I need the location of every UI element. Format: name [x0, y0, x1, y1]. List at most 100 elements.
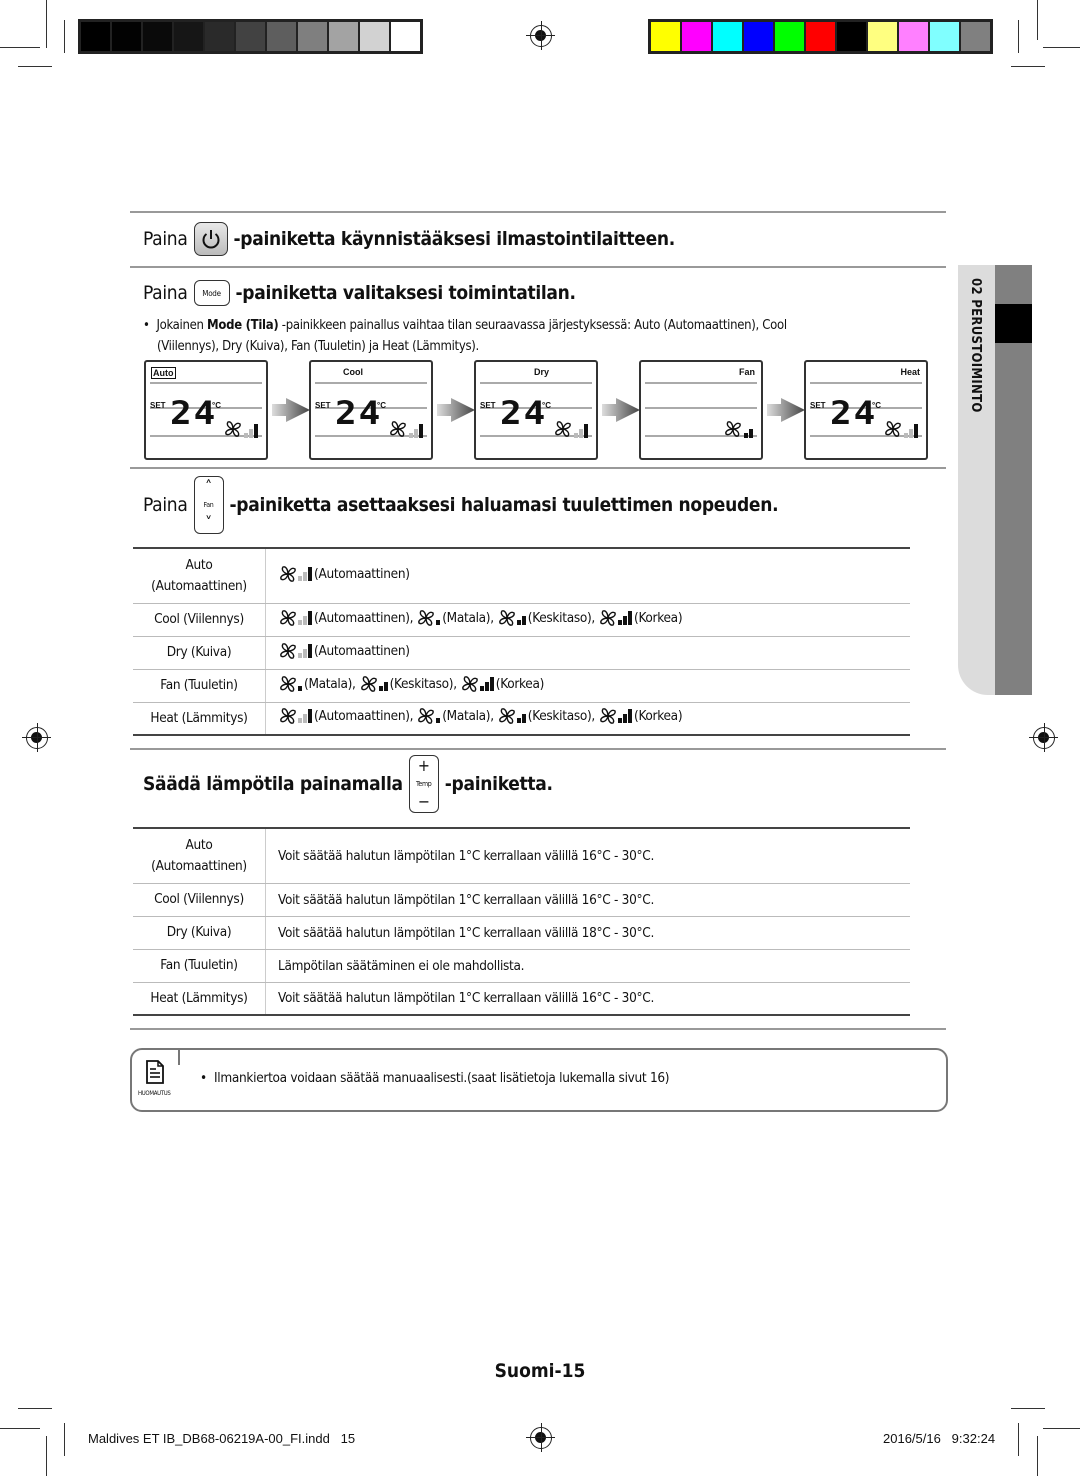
color-swatch: [651, 22, 680, 51]
color-swatch: [899, 22, 928, 51]
heading-text: -painiketta asettaaksesi haluamasi tuule…: [229, 494, 779, 516]
mode-cell: Dry (Kuiva): [133, 916, 266, 950]
fan-option-mid: (Keskitaso),: [497, 609, 595, 627]
color-swatch: [868, 22, 897, 51]
note-label: HUOMAUTUS: [138, 1090, 171, 1097]
temp-button-label: Temp: [416, 780, 432, 788]
section-divider: [130, 1028, 946, 1030]
fan-heading: Paina ˄ Fan ˅ -painiketta asettaaksesi h…: [143, 476, 779, 534]
table-row: Cool (Viilennys) Voit säätää halutun lämp…: [133, 883, 910, 917]
fan-option-low: (Matala),: [416, 609, 494, 627]
color-swatch: [236, 22, 265, 51]
chapter-label: 02 PERUSTOIMINTO: [968, 278, 983, 413]
mode-cell: Fan (Tuuletin): [133, 949, 266, 983]
plus-icon: +: [417, 756, 430, 775]
minus-icon: −: [417, 792, 430, 811]
fan-speed-bars-icon: [516, 611, 526, 625]
lcd-display-auto: Auto SET 24 °C: [144, 360, 268, 460]
fan-option-mid: (Keskitaso),: [497, 707, 595, 725]
mode-cell: Auto (Automaattinen): [133, 547, 266, 604]
color-swatch: [81, 22, 110, 51]
arrow-right-icon: [767, 398, 805, 422]
page-number: Suomi-15: [494, 1360, 586, 1382]
lcd-set-label: SET: [810, 401, 826, 410]
lcd-set-label: SET: [315, 401, 331, 410]
lcd-display-heat: Heat SET 24 °C: [804, 360, 928, 460]
footer-filename: Maldives ET IB_DB68-06219A-00_FI.indd 15: [88, 1431, 356, 1446]
lcd-set-label: SET: [150, 401, 166, 410]
fan-speed-bars-icon: [244, 424, 258, 438]
fan-speed-bars-icon: [516, 709, 526, 724]
fan-speed-bars-icon: [744, 424, 753, 438]
fan-button[interactable]: ˄ Fan ˅: [193, 476, 224, 534]
table-row: Auto (Automaattinen) Voit säätää halutun …: [133, 827, 910, 884]
color-swatch: [360, 22, 389, 51]
mode-button[interactable]: Mode: [193, 280, 230, 306]
fan-option-low: (Matala),: [416, 707, 494, 725]
section-divider: [130, 211, 946, 213]
fan-option-high: (Korkea): [460, 675, 544, 693]
fan-button-label: Fan: [203, 501, 214, 509]
lcd-unit: °C: [212, 401, 221, 410]
fan-speed-bars-icon: [618, 610, 632, 625]
fan-icon: [280, 565, 296, 582]
lcd-fan-indicator: [723, 420, 755, 438]
power-heading: Paina -painiketta käynnistääksesi ilmast…: [143, 222, 675, 256]
fan-speed-table: Auto (Automaattinen) (Automaattinen) Cool …: [133, 547, 910, 736]
fan-icon: [600, 708, 616, 725]
footer-timestamp: 2016/5/16 9:32:24: [883, 1431, 996, 1446]
mode-cell: Dry (Kuiva): [133, 636, 266, 670]
color-swatch: [961, 22, 990, 51]
mode-cell: Fan (Tuuletin): [133, 669, 266, 703]
color-swatch: [930, 22, 959, 51]
fan-icon: [390, 421, 406, 437]
lcd-temperature: 24: [830, 395, 878, 432]
table-row: Heat (Lämmitys) (Automaattinen), (Matala),…: [133, 702, 910, 736]
fan-option-auto: (Automaattinen): [278, 642, 410, 660]
lcd-unit: °C: [377, 401, 386, 410]
lcd-mode-label: Dry: [534, 367, 550, 377]
fan-option-auto: (Automaattinen),: [278, 609, 414, 627]
arrow-right-icon: [437, 398, 475, 422]
fan-option-low: (Matala),: [278, 675, 356, 693]
chevron-up-icon: ˄: [205, 477, 212, 496]
section-divider: [130, 467, 946, 469]
color-calibration-bar: [648, 19, 993, 54]
section-divider: [130, 266, 946, 268]
registration-mark-icon: [1029, 723, 1058, 752]
fan-icon: [360, 675, 377, 692]
color-swatch: [205, 22, 234, 51]
fan-speed-bars-icon: [479, 676, 494, 691]
fan-speed-bars-icon: [298, 610, 312, 625]
temp-range-cell: Voit säätää halutun lämpötilan 1°C kerra…: [265, 883, 910, 917]
mode-cell: Heat (Lämmitys): [133, 982, 266, 1016]
lcd-fan-indicator: [553, 420, 590, 438]
lcd-display-cool: Cool SET 24 °C: [309, 360, 433, 460]
registration-mark-icon: [22, 723, 51, 752]
fan-option-mid: (Keskitaso),: [359, 675, 457, 693]
table-row: Cool (Viilennys) (Automaattinen), (Matala)…: [133, 603, 910, 637]
fan-speed-bars-icon: [409, 424, 423, 438]
note-text: • Ilmankiertoa voidaan säätää manuaalise…: [200, 1070, 670, 1086]
power-button[interactable]: [193, 222, 228, 256]
mode-heading: Paina Mode -painiketta valitaksesi toimi…: [143, 280, 576, 306]
fan-icon: [280, 609, 296, 626]
power-icon: [202, 230, 219, 249]
fan-speed-bars-icon: [298, 709, 312, 724]
lcd-temperature: 24: [170, 395, 218, 432]
grayscale-calibration-bar: [78, 19, 423, 54]
color-swatch: [775, 22, 804, 51]
lcd-display-dry: Dry SET 24 °C: [474, 360, 598, 460]
lcd-unit: °C: [542, 401, 551, 410]
fan-options-cell: (Automaattinen): [265, 636, 910, 670]
mode-cell: Auto (Automaattinen): [133, 827, 266, 884]
lcd-unit: °C: [872, 401, 881, 410]
temp-button[interactable]: + Temp −: [408, 755, 439, 813]
temp-range-cell: Voit säätää halutun lämpötilan 1°C kerra…: [265, 827, 910, 884]
color-swatch: [837, 22, 866, 51]
fan-option-high: (Korkea): [598, 609, 683, 627]
registration-mark-icon: [526, 21, 555, 50]
color-swatch: [112, 22, 141, 51]
heading-prefix: Paina: [143, 282, 188, 304]
fan-speed-bars-icon: [436, 611, 441, 625]
